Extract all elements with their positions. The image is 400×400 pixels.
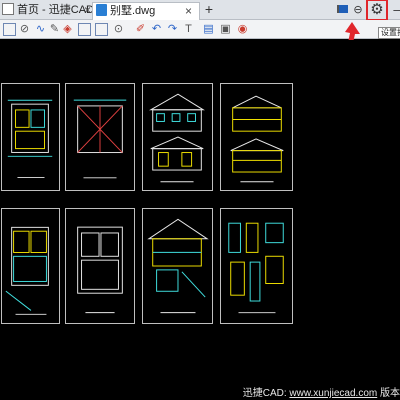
floor-plan-drawing xyxy=(77,226,123,314)
roof-plan-drawing xyxy=(73,99,127,179)
drawing-sheet[interactable] xyxy=(1,83,60,191)
pencil-icon[interactable]: ✐ xyxy=(134,23,147,36)
drawing-sheet[interactable] xyxy=(142,208,213,324)
text-icon[interactable]: T xyxy=(182,23,195,36)
detail-drawing xyxy=(228,222,284,314)
pan-icon[interactable]: ⊘ xyxy=(18,23,31,36)
elevation-drawing xyxy=(148,93,205,183)
status-prefix: 迅捷CAD: xyxy=(242,388,290,399)
elevation-drawing xyxy=(230,95,284,183)
settings-tooltip: 设置打 xyxy=(378,27,400,39)
open-file-icon[interactable] xyxy=(3,23,16,36)
minimize-button[interactable]: – xyxy=(389,2,400,18)
status-bar: 迅捷CAD: www.xunjiecad.com 版本 xyxy=(0,380,400,400)
tab-file-label: 别墅.dwg xyxy=(110,5,156,17)
status-text: 迅捷CAD: www.xunjiecad.com 版本 xyxy=(243,384,400,399)
layers-icon[interactable]: ▤ xyxy=(202,23,215,36)
sketch-icon[interactable]: ∿ xyxy=(34,23,47,36)
tab-file[interactable]: 别墅.dwg × xyxy=(92,2,200,20)
settings-button[interactable]: ⚙ xyxy=(366,0,388,21)
zoom-out-icon: ⊖ xyxy=(353,4,363,16)
status-suffix: 版本 xyxy=(377,388,400,399)
flag-icon xyxy=(336,5,348,13)
drawing-sheet[interactable] xyxy=(220,83,293,191)
tab-bar: 首页 - 迅捷CAD看图 × 别墅.dwg × + ⊖ ⚙ – xyxy=(0,0,400,21)
drawing-sheet[interactable] xyxy=(1,208,60,324)
rectangle-icon[interactable] xyxy=(95,23,108,36)
drawing-sheet[interactable] xyxy=(65,208,135,324)
undo-icon[interactable]: ↶ xyxy=(150,23,163,36)
eraser-tag-icon[interactable]: ◈ xyxy=(61,23,74,36)
website-link[interactable]: www.xunjiecad.com xyxy=(289,388,377,399)
rectangle-icon[interactable] xyxy=(78,23,91,36)
floor-plan-drawing xyxy=(5,226,49,315)
gear-icon: ⚙ xyxy=(370,1,384,18)
floor-plan-drawing xyxy=(7,99,53,179)
pencil-icon[interactable]: ✎ xyxy=(48,23,61,36)
tab-file-close-icon[interactable]: × xyxy=(185,3,192,19)
zoom-button[interactable]: ⊖ xyxy=(350,2,366,18)
drawing-sheet[interactable] xyxy=(65,83,135,191)
color-wheel-icon[interactable]: ◉ xyxy=(236,23,249,36)
cad-viewer-window: 首页 - 迅捷CAD看图 × 别墅.dwg × + ⊖ ⚙ – ⊘ ∿ ✎ ◈ … xyxy=(0,0,400,400)
tab-home[interactable]: 首页 - 迅捷CAD看图 × xyxy=(0,2,116,20)
new-tab-button[interactable]: + xyxy=(203,1,215,17)
redo-icon[interactable]: ↷ xyxy=(166,23,179,36)
view-icon[interactable]: ▣ xyxy=(219,23,232,36)
flag-button[interactable] xyxy=(334,2,350,18)
home-app-icon xyxy=(2,3,14,15)
drawing-sheet[interactable] xyxy=(142,83,213,191)
tab-home-close-icon[interactable]: × xyxy=(84,2,91,18)
drawing-canvas[interactable] xyxy=(0,40,400,380)
measure-icon[interactable]: ⊙ xyxy=(112,23,125,36)
section-drawing xyxy=(147,218,209,314)
drawing-sheet[interactable] xyxy=(220,208,293,324)
dwg-file-icon xyxy=(96,4,107,16)
